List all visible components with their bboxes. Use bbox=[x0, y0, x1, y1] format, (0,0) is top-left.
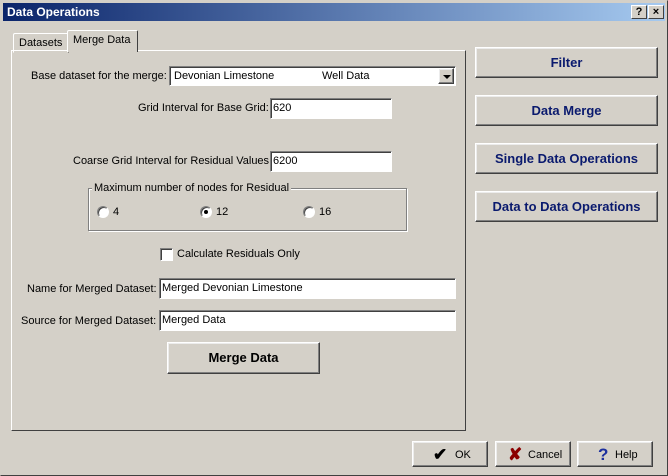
data-operations-window: Data Operations ? × Datasets Merge Data … bbox=[0, 0, 668, 476]
title-bar[interactable]: Data Operations ? × bbox=[3, 3, 665, 21]
base-dataset-select[interactable]: Devonian Limestone Well Data bbox=[169, 66, 456, 86]
help-label: Help bbox=[615, 449, 638, 461]
nodes-radio-16[interactable] bbox=[303, 206, 315, 218]
merged-source-label: Source for Merged Dataset: bbox=[21, 315, 157, 327]
help-button[interactable]: ? Help bbox=[577, 441, 653, 467]
coarse-grid-input[interactable]: 6200 bbox=[270, 151, 392, 172]
merged-source-input[interactable]: Merged Data bbox=[159, 310, 456, 331]
ok-label: OK bbox=[455, 449, 471, 461]
base-dataset-label: Base dataset for the merge: bbox=[31, 70, 167, 82]
data-to-data-operations-button[interactable]: Data to Data Operations bbox=[475, 191, 658, 222]
nodes-option-16: 16 bbox=[319, 206, 332, 218]
grid-interval-label: Grid Interval for Base Grid: bbox=[138, 102, 269, 114]
close-button[interactable]: × bbox=[648, 5, 664, 19]
checkmark-icon: ✔ bbox=[433, 445, 448, 464]
cancel-button[interactable]: ✘ Cancel bbox=[495, 441, 571, 467]
nodes-option-4: 4 bbox=[113, 206, 120, 218]
chevron-down-icon[interactable] bbox=[438, 68, 454, 84]
cancel-label: Cancel bbox=[528, 449, 563, 461]
nodes-radio-4[interactable] bbox=[97, 206, 109, 218]
cancel-x-icon: ✘ bbox=[508, 445, 523, 464]
nodes-group-title: Maximum number of nodes for Residual bbox=[92, 182, 292, 194]
base-dataset-type: Well Data bbox=[322, 70, 370, 82]
coarse-grid-label: Coarse Grid Interval for Residual Values… bbox=[73, 155, 273, 167]
merge-data-panel: Base dataset for the merge: Devonian Lim… bbox=[11, 50, 466, 431]
merged-name-label: Name for Merged Dataset: bbox=[27, 283, 157, 295]
help-title-button[interactable]: ? bbox=[631, 5, 647, 19]
data-merge-button[interactable]: Data Merge bbox=[475, 95, 658, 126]
nodes-groupbox bbox=[88, 188, 407, 231]
nodes-option-12: 12 bbox=[216, 206, 229, 218]
window-title: Data Operations bbox=[7, 5, 100, 19]
merged-name-input[interactable]: Merged Devonian Limestone bbox=[159, 278, 456, 299]
ok-button[interactable]: ✔ OK bbox=[412, 441, 488, 467]
merge-data-button[interactable]: Merge Data bbox=[167, 342, 320, 374]
calc-residuals-checkbox[interactable] bbox=[160, 248, 173, 261]
grid-interval-input[interactable]: 620 bbox=[270, 98, 392, 119]
base-dataset-name: Devonian Limestone bbox=[174, 70, 275, 82]
question-mark-icon: ? bbox=[598, 445, 609, 464]
calc-residuals-label: Calculate Residuals Only bbox=[177, 248, 300, 260]
tab-merge-data[interactable]: Merge Data bbox=[67, 30, 138, 52]
filter-button[interactable]: Filter bbox=[475, 47, 658, 78]
single-data-operations-button[interactable]: Single Data Operations bbox=[475, 143, 658, 174]
nodes-radio-12[interactable] bbox=[200, 206, 212, 218]
